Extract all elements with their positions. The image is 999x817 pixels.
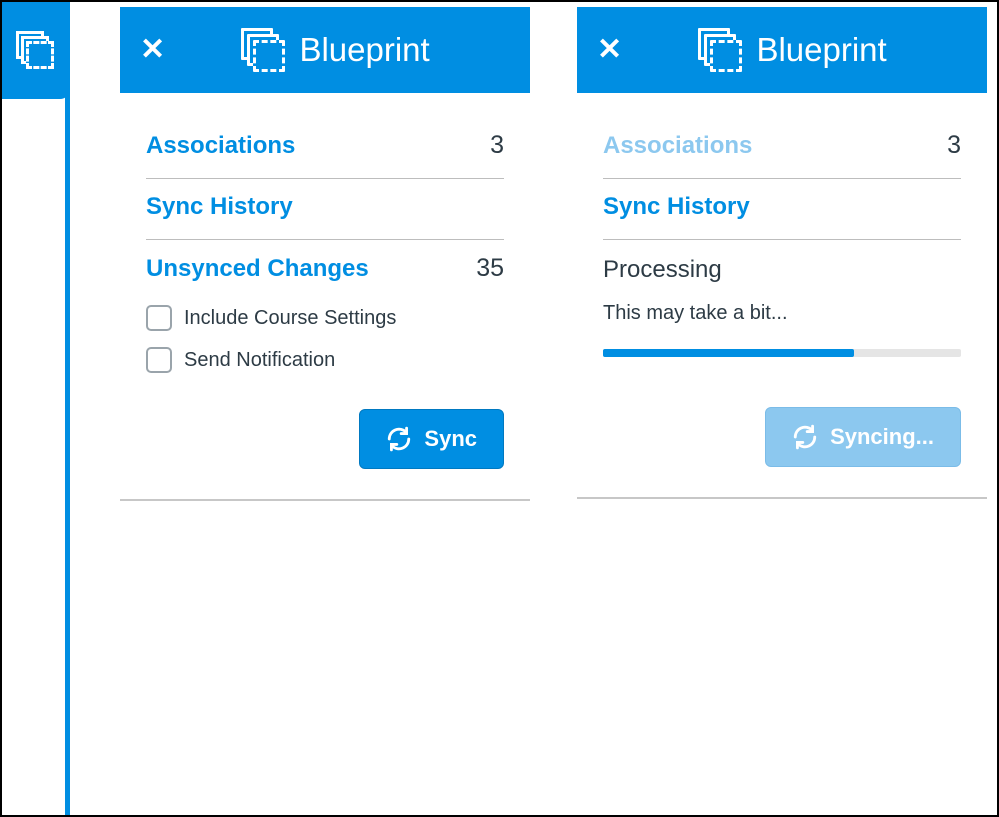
panel-header: ✕ Blueprint [120, 7, 530, 93]
include-course-settings-label: Include Course Settings [184, 307, 396, 330]
associations-link-disabled: Associations [603, 132, 752, 160]
sync-button[interactable]: Sync [359, 409, 504, 469]
send-notification-option[interactable]: Send Notification [146, 343, 504, 385]
panel-title: Blueprint [756, 31, 886, 69]
include-course-settings-option[interactable]: Include Course Settings [146, 301, 504, 343]
associations-link[interactable]: Associations [146, 132, 295, 160]
blueprint-icon [698, 28, 742, 72]
panel-footer-rule [120, 499, 530, 501]
panel-header: ✕ Blueprint [577, 7, 987, 93]
unsynced-changes-count: 35 [476, 254, 504, 283]
panel-footer-rule [577, 497, 987, 499]
associations-count: 3 [947, 131, 961, 160]
panel-title: Blueprint [299, 31, 429, 69]
syncing-button: Syncing... [765, 407, 961, 467]
dock-strip [65, 2, 70, 815]
sync-icon [386, 426, 412, 452]
blueprint-panel-syncing: ✕ Blueprint Associations 3 Sync History … [577, 7, 987, 499]
blueprint-panel-idle: ✕ Blueprint Associations 3 Sync History … [120, 7, 530, 501]
sync-button-label: Sync [424, 426, 477, 452]
unsynced-changes-link[interactable]: Unsynced Changes [146, 255, 369, 283]
sync-progress-fill [603, 349, 854, 357]
checkbox-icon[interactable] [146, 305, 172, 331]
blueprint-icon [16, 31, 56, 71]
processing-subtext: This may take a bit... [603, 302, 961, 343]
sync-history-link[interactable]: Sync History [146, 193, 293, 221]
blueprint-icon [241, 28, 285, 72]
blueprint-dock-tab[interactable] [2, 2, 70, 99]
sync-history-link[interactable]: Sync History [603, 193, 750, 221]
syncing-button-label: Syncing... [830, 424, 934, 450]
send-notification-label: Send Notification [184, 349, 335, 372]
sync-progress-bar [603, 349, 961, 357]
associations-count: 3 [490, 131, 504, 160]
checkbox-icon[interactable] [146, 347, 172, 373]
processing-heading: Processing [603, 240, 961, 302]
sync-icon [792, 424, 818, 450]
